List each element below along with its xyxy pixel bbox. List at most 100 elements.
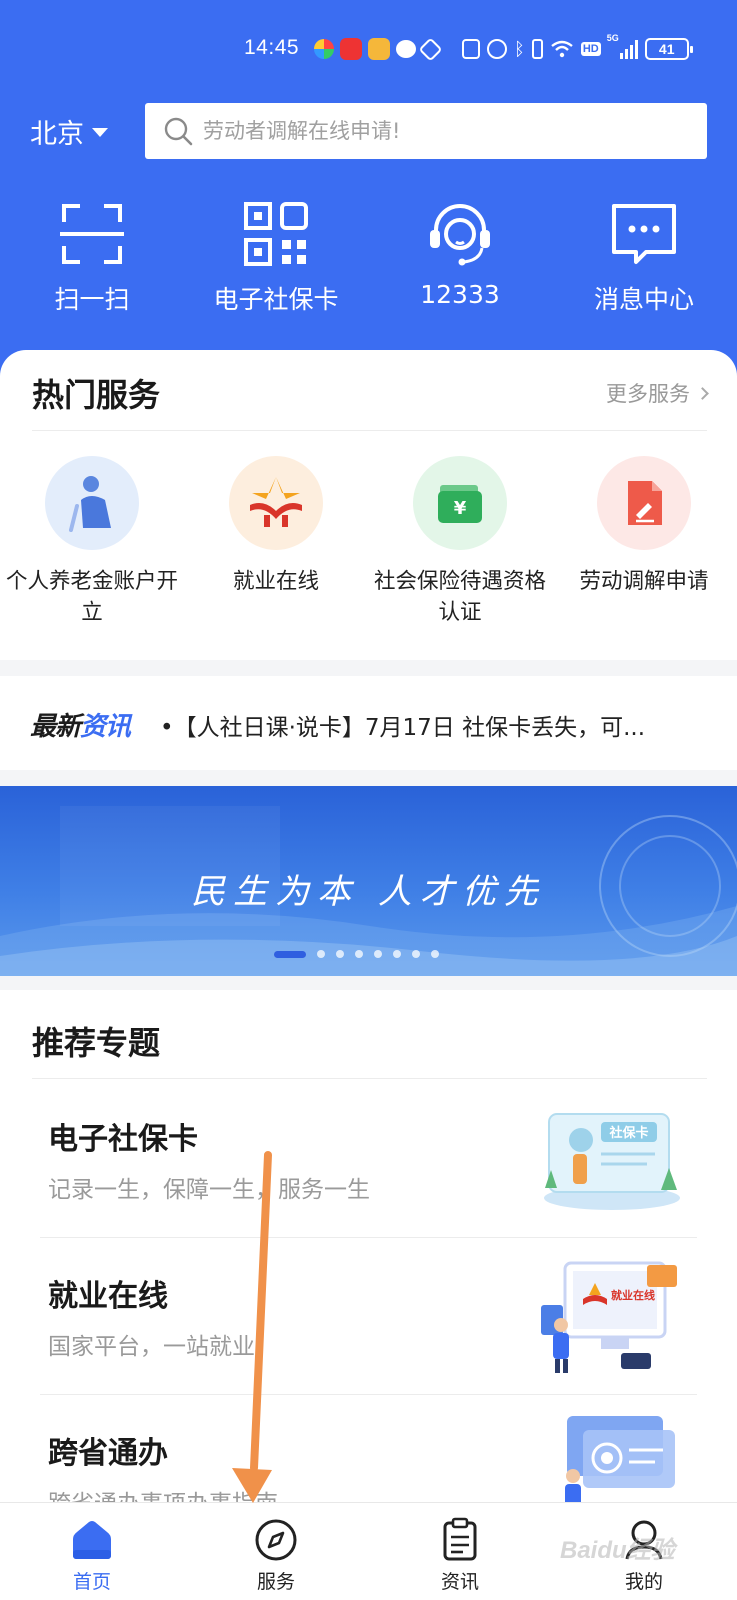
more-services-label: 更多服务 <box>606 382 690 406</box>
document-pen-icon <box>628 481 662 525</box>
topic-title: 电子社保卡 <box>48 1122 198 1157</box>
carousel-dot[interactable] <box>431 950 439 958</box>
topic-title: 跨省通办 <box>48 1436 168 1471</box>
tab-label: 服务 <box>256 1571 295 1593</box>
service-icon-bg: ¥ <box>413 456 507 550</box>
quick-action-label: 12333 <box>420 280 500 309</box>
tab-label: 我的 <box>624 1571 663 1593</box>
bluetooth-icon: ᛒ <box>514 38 525 60</box>
nfc-icon <box>462 39 480 59</box>
status-time: 14:45 <box>244 36 300 59</box>
hot-services-section: 热门服务 更多服务 个人养老金账户开立 就业在线 ¥ 社会保险待遇资格认证 劳动… <box>0 350 737 660</box>
tab-home[interactable]: 首页 <box>0 1517 184 1594</box>
quick-action-social-card[interactable]: 电子社保卡 <box>184 198 368 316</box>
news-icon <box>443 1517 477 1561</box>
watermark: Baidu经验 <box>560 1537 675 1564</box>
headset-icon <box>430 204 490 266</box>
compass-icon <box>255 1519 297 1561</box>
service-pension-account[interactable]: 个人养老金账户开立 <box>0 456 184 628</box>
service-label: 就业在线 <box>232 569 319 594</box>
tab-news[interactable]: 资讯 <box>368 1517 552 1594</box>
latest-news-tag: 最新资讯 <box>30 706 131 743</box>
app-notification-icon <box>314 39 334 59</box>
svg-text:¥: ¥ <box>454 498 467 519</box>
notification-icons <box>314 36 443 62</box>
app-notification-icon <box>368 38 390 60</box>
banner-slogan: 民生为本 人才优先 <box>191 872 546 912</box>
carousel-dot[interactable] <box>374 950 382 958</box>
service-icon-bg <box>229 456 323 550</box>
service-label: 个人养老金账户开立 <box>5 569 178 625</box>
topic-subtitle: 国家平台，一站就业 <box>48 1334 255 1360</box>
employment-logo-icon <box>250 477 302 527</box>
news-headline[interactable]: •【人社日课·说卡】7月17日 社保卡丢失，可... <box>160 708 645 742</box>
app-notification-icon <box>340 38 362 60</box>
quick-action-scan[interactable]: 扫一扫 <box>0 198 184 316</box>
quick-action-label: 消息中心 <box>593 285 694 314</box>
qr-code-icon <box>244 202 308 266</box>
carousel-dot[interactable] <box>274 950 306 958</box>
hot-services-title: 热门服务 <box>32 376 161 414</box>
app-header: 14:45 ᛒ HD 5G 41 北京 劳动者调解在线申请! 扫一扫 电子社保卡… <box>0 0 737 400</box>
promo-banner[interactable]: 民生为本 人才优先 <box>0 786 737 976</box>
carousel-dot[interactable] <box>393 950 401 958</box>
section-divider <box>32 1078 707 1079</box>
topic-subtitle: 记录一生，保障一生，服务一生 <box>48 1177 370 1203</box>
quick-action-label: 电子社保卡 <box>213 285 339 314</box>
service-insurance-certification[interactable]: ¥ 社会保险待遇资格认证 <box>368 456 552 628</box>
service-label: 社会保险待遇资格认证 <box>373 569 546 625</box>
carousel-dot[interactable] <box>355 950 363 958</box>
home-icon <box>73 1521 111 1559</box>
quick-action-messages[interactable]: 消息中心 <box>552 198 736 316</box>
status-bar: 14:45 ᛒ HD 5G 41 <box>0 33 737 68</box>
hd-badge: HD <box>580 42 601 56</box>
carousel-dot[interactable] <box>412 950 420 958</box>
search-icon <box>164 117 193 146</box>
social-security-card-illustration: 社保卡 <box>544 1113 680 1210</box>
more-services-link[interactable]: 更多服务 <box>606 378 709 408</box>
wifi-icon <box>551 40 573 58</box>
quick-action-label: 扫一扫 <box>54 285 130 314</box>
topic-title: 就业在线 <box>48 1279 168 1314</box>
recommended-section: 推荐专题 电子社保卡 记录一生，保障一生，服务一生 社保卡 就业在线 国家平台，… <box>0 990 737 1517</box>
service-icon-bg <box>597 456 691 550</box>
topic-employment-online[interactable]: 就业在线 国家平台，一站就业 就业在线 <box>0 1237 737 1394</box>
carousel-dot[interactable] <box>336 950 344 958</box>
quick-action-hotline[interactable]: 12333 <box>368 198 552 309</box>
wallet-icon: ¥ <box>438 485 482 523</box>
chevron-right-icon <box>696 386 709 400</box>
service-icon-bg <box>45 456 139 550</box>
service-employment-online[interactable]: 就业在线 <box>184 456 368 597</box>
quick-actions: 扫一扫 电子社保卡 12333 消息中心 <box>0 198 737 318</box>
service-label: 劳动调解申请 <box>579 569 709 594</box>
alarm-icon <box>487 39 507 59</box>
search-input[interactable] <box>203 119 683 143</box>
chat-notification-icon <box>396 40 416 58</box>
city-label: 北京 <box>30 119 84 150</box>
vibrate-icon <box>531 39 543 59</box>
employment-platform-illustration: 就业在线 <box>541 1261 677 1373</box>
tab-services[interactable]: 服务 <box>184 1517 368 1594</box>
carousel-indicator <box>274 950 439 958</box>
search-bar[interactable] <box>145 103 707 159</box>
card-image-text: 就业在线 <box>611 1288 655 1302</box>
news-ticker: 最新资讯 •【人社日课·说卡】7月17日 社保卡丢失，可... <box>0 676 737 770</box>
news-tag-part1: 最新 <box>30 712 81 742</box>
elderly-icon <box>69 476 111 532</box>
tab-label: 首页 <box>72 1571 111 1593</box>
card-image-text: 社保卡 <box>608 1125 648 1141</box>
app-notification-icon <box>418 36 443 62</box>
service-labor-mediation[interactable]: 劳动调解申请 <box>552 456 736 597</box>
system-status-icons: ᛒ HD 5G 41 <box>462 33 693 60</box>
battery-indicator: 41 <box>644 38 693 60</box>
carousel-dot[interactable] <box>317 950 325 958</box>
signal-icon: 5G <box>607 33 638 59</box>
topic-social-security-card[interactable]: 电子社保卡 记录一生，保障一生，服务一生 社保卡 <box>0 1080 737 1237</box>
news-tag-part2: 资讯 <box>80 712 131 742</box>
tab-label: 资讯 <box>440 1571 479 1593</box>
scan-icon <box>60 204 124 264</box>
recommended-title: 推荐专题 <box>32 1024 161 1062</box>
caret-down-icon <box>92 128 108 137</box>
message-icon <box>612 204 676 264</box>
city-selector[interactable]: 北京 <box>30 112 108 151</box>
